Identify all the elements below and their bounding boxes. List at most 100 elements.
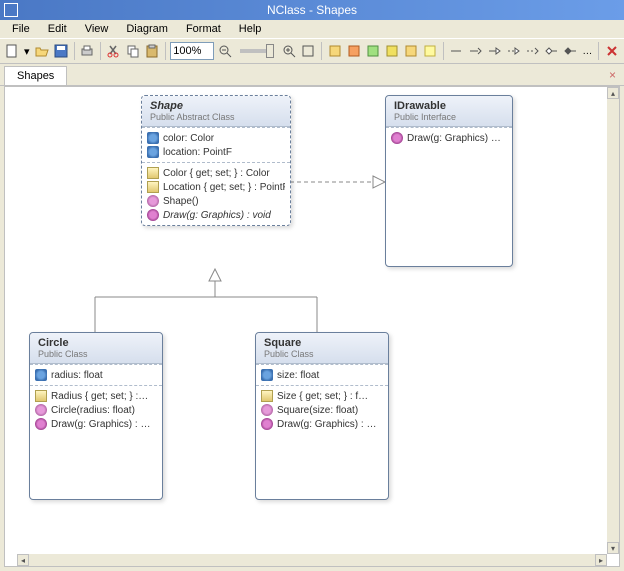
class-icon[interactable] — [327, 42, 343, 60]
property-icon — [261, 390, 273, 402]
toolbar-sep — [100, 42, 101, 60]
cut-icon[interactable] — [106, 42, 122, 60]
field-icon — [261, 369, 273, 381]
menu-diagram[interactable]: Diagram — [118, 21, 176, 37]
scroll-up-icon[interactable]: ▴ — [607, 87, 619, 99]
tab-close-icon[interactable]: × — [609, 68, 616, 82]
app-icon — [4, 3, 18, 17]
new-dropdown-icon[interactable]: ▾ — [23, 42, 31, 60]
ops-section: Size { get; set; } : f… Square(size: flo… — [256, 385, 388, 434]
menu-format[interactable]: Format — [178, 21, 229, 37]
paste-icon[interactable] — [144, 42, 160, 60]
interface-stereo: Public Interface — [394, 112, 504, 122]
fields-section: size: float — [256, 364, 388, 385]
window-title: NClass - Shapes — [267, 3, 357, 17]
struct-icon[interactable] — [346, 42, 362, 60]
prop-item[interactable]: Location { get; set; } : PointF — [147, 180, 285, 194]
save-icon[interactable] — [53, 42, 69, 60]
workspace: Shape Public Abstract Class color: Color… — [4, 86, 620, 567]
class-stereo: Public Abstract Class — [150, 112, 282, 122]
menu-help[interactable]: Help — [231, 21, 270, 37]
zoom-input[interactable] — [170, 42, 214, 60]
scroll-down-icon[interactable]: ▾ — [607, 542, 619, 554]
class-stereo: Public Class — [38, 349, 154, 359]
method-icon — [261, 418, 273, 430]
slider-thumb[interactable] — [266, 44, 274, 58]
zoom-in-icon[interactable] — [281, 42, 297, 60]
uml-class-square[interactable]: Square Public Class size: float Size { g… — [255, 332, 389, 500]
toolbar-sep — [598, 42, 599, 60]
class-name: Circle — [38, 337, 154, 349]
property-icon — [147, 167, 159, 179]
fields-section: color: Color location: PointF — [142, 127, 290, 162]
zoom-out-icon[interactable] — [217, 42, 233, 60]
method-item[interactable]: Draw(g: Graphics) : … — [261, 417, 383, 431]
uml-header: Square Public Class — [256, 333, 388, 364]
prop-item[interactable]: Radius { get; set; } :… — [35, 389, 157, 403]
class-stereo: Public Class — [264, 349, 380, 359]
scroll-right-icon[interactable]: ▸ — [595, 554, 607, 566]
toolbar-sep — [321, 42, 322, 60]
method-item[interactable]: Draw(g: Graphics) : void — [147, 208, 285, 222]
toolbar-sep — [74, 42, 75, 60]
compose-icon[interactable] — [562, 42, 578, 60]
ctor-item[interactable]: Shape() — [147, 194, 285, 208]
constructor-icon — [35, 404, 47, 416]
vertical-scrollbar[interactable]: ▴ ▾ — [607, 87, 619, 554]
prop-item[interactable]: Color { get; set; } : Color — [147, 166, 285, 180]
zoom-fit-icon[interactable] — [300, 42, 316, 60]
menu-file[interactable]: File — [4, 21, 38, 37]
uml-header: IDrawable Public Interface — [386, 96, 512, 127]
tab-shapes[interactable]: Shapes — [4, 66, 67, 85]
more-icon[interactable]: … — [581, 42, 593, 60]
tabstrip: Shapes × — [0, 64, 624, 86]
comment-icon[interactable] — [422, 42, 438, 60]
interface-icon[interactable] — [365, 42, 381, 60]
method-icon — [391, 132, 403, 144]
field-item[interactable]: location: PointF — [147, 145, 285, 159]
menu-edit[interactable]: Edit — [40, 21, 75, 37]
assoc-icon[interactable] — [448, 42, 464, 60]
ctor-item[interactable]: Square(size: float) — [261, 403, 383, 417]
delegate-icon[interactable] — [403, 42, 419, 60]
delete-icon[interactable] — [604, 42, 620, 60]
method-item[interactable]: Draw(g: Graphics) : … — [35, 417, 157, 431]
method-item[interactable]: Draw(g: Graphics) … — [391, 131, 507, 145]
uml-class-shape[interactable]: Shape Public Abstract Class color: Color… — [141, 95, 291, 226]
depend-icon[interactable] — [524, 42, 540, 60]
prop-item[interactable]: Size { get; set; } : f… — [261, 389, 383, 403]
menu-view[interactable]: View — [77, 21, 117, 37]
property-icon — [35, 390, 47, 402]
uml-interface-idrawable[interactable]: IDrawable Public Interface Draw(g: Graph… — [385, 95, 513, 267]
new-icon[interactable] — [4, 42, 20, 60]
aggreg-icon[interactable] — [543, 42, 559, 60]
uml-header: Shape Public Abstract Class — [142, 96, 290, 127]
field-item[interactable]: radius: float — [35, 368, 157, 382]
print-icon[interactable] — [79, 42, 95, 60]
horizontal-scrollbar[interactable]: ◂ ▸ — [17, 554, 607, 566]
field-icon — [147, 132, 159, 144]
uml-class-circle[interactable]: Circle Public Class radius: float Radius… — [29, 332, 163, 500]
realize-icon[interactable] — [505, 42, 521, 60]
enum-icon[interactable] — [384, 42, 400, 60]
method-icon — [35, 418, 47, 430]
inherit-icon[interactable] — [486, 42, 502, 60]
field-icon — [147, 146, 159, 158]
field-item[interactable]: size: float — [261, 368, 383, 382]
arrow-icon[interactable] — [467, 42, 483, 60]
open-icon[interactable] — [34, 42, 50, 60]
scroll-left-icon[interactable]: ◂ — [17, 554, 29, 566]
toolbar-sep — [443, 42, 444, 60]
uml-header: Circle Public Class — [30, 333, 162, 364]
copy-icon[interactable] — [125, 42, 141, 60]
toolbar: ▾ … — [0, 38, 624, 64]
canvas[interactable]: Shape Public Abstract Class color: Color… — [17, 87, 607, 554]
zoom-slider[interactable] — [240, 49, 274, 53]
class-name: Shape — [150, 100, 282, 112]
fields-section: radius: float — [30, 364, 162, 385]
property-icon — [147, 181, 159, 193]
field-item[interactable]: color: Color — [147, 131, 285, 145]
field-icon — [35, 369, 47, 381]
ops-section: Draw(g: Graphics) … — [386, 127, 512, 148]
ctor-item[interactable]: Circle(radius: float) — [35, 403, 157, 417]
